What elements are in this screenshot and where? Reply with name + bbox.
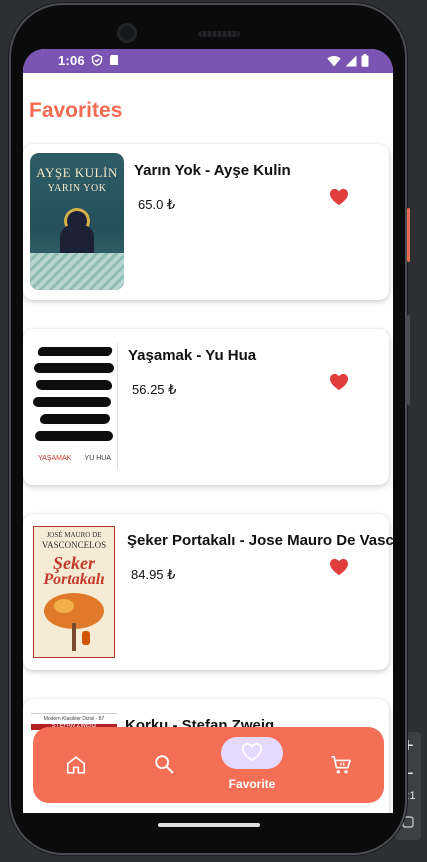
volume-button bbox=[407, 315, 410, 405]
earpiece-speaker bbox=[198, 31, 240, 37]
book-title: Şeker Portakalı - Jose Mauro De Vasconce… bbox=[127, 532, 393, 549]
page-title: Favorites bbox=[29, 99, 123, 122]
status-time: 1:06 bbox=[58, 53, 85, 68]
signal-icon bbox=[345, 55, 357, 66]
favorite-card[interactable]: AYŞE KULİN YARIN YOK Yarın Yok - Ayşe Ku… bbox=[23, 144, 389, 300]
home-icon bbox=[66, 756, 86, 774]
heart-icon[interactable] bbox=[329, 373, 349, 391]
nav-search[interactable] bbox=[141, 727, 187, 803]
app-screen: 1:06 Favorites AYŞE KULİN YARIN YOK Yarı… bbox=[23, 49, 393, 813]
nav-cart[interactable] bbox=[318, 727, 364, 803]
book-title: Yarın Yok - Ayşe Kulin bbox=[134, 162, 291, 179]
nav-favorite[interactable]: Favorite bbox=[213, 727, 293, 803]
book-price: 84.95 ₺ bbox=[131, 567, 176, 582]
book-price: 56.25 ₺ bbox=[132, 382, 177, 397]
power-button bbox=[407, 208, 410, 262]
sd-card-icon bbox=[110, 55, 118, 65]
search-icon bbox=[155, 755, 174, 774]
battery-icon bbox=[361, 54, 369, 67]
vpn-shield-icon bbox=[91, 54, 103, 66]
book-title: Yaşamak - Yu Hua bbox=[128, 347, 257, 364]
heart-icon[interactable] bbox=[329, 188, 349, 206]
cart-icon bbox=[331, 756, 351, 774]
book-price: 65.0 ₺ bbox=[138, 197, 176, 212]
nav-home[interactable] bbox=[53, 727, 99, 803]
gesture-home-bar[interactable] bbox=[158, 823, 260, 827]
favorite-card[interactable]: YAŞAMAK YU HUA Yaşamak - Yu Hua 56.25 ₺ bbox=[23, 329, 389, 485]
heart-icon[interactable] bbox=[329, 558, 349, 576]
heart-icon bbox=[241, 742, 263, 762]
wifi-icon bbox=[327, 55, 341, 66]
bottom-navigation: Favorite bbox=[33, 727, 384, 803]
status-bar: 1:06 bbox=[23, 49, 393, 73]
book-cover-image: YAŞAMAK YU HUA bbox=[30, 343, 118, 469]
favorite-card[interactable]: JOSÉ MAURO DE VASCONCELOS Şeker Portakal… bbox=[23, 514, 393, 670]
book-cover-image: JOSÉ MAURO DE VASCONCELOS Şeker Portakal… bbox=[33, 526, 115, 658]
nav-label-favorite: Favorite bbox=[228, 777, 276, 791]
front-camera bbox=[117, 23, 137, 43]
book-cover-image: AYŞE KULİN YARIN YOK bbox=[30, 153, 124, 290]
